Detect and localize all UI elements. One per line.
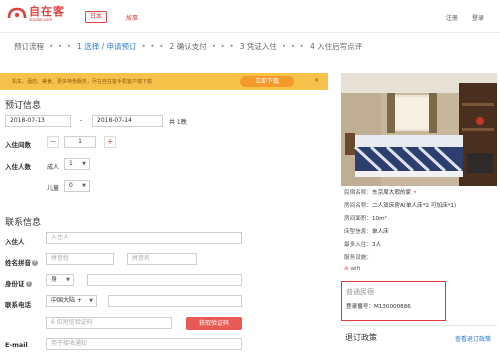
- property-name-row: 民宿名称：东京周大瑕的家 ⚡: [344, 188, 417, 196]
- adults-select[interactable]: 1 ▼: [64, 158, 90, 170]
- logo-icon: [7, 6, 27, 22]
- get-code-button[interactable]: 获取验证码: [186, 317, 242, 330]
- story-link[interactable]: 故事: [126, 13, 138, 22]
- rooms-minus-button[interactable]: −: [47, 136, 59, 148]
- step-separator: • • •: [281, 41, 305, 51]
- checkout-date-field[interactable]: 2018-07-14: [92, 115, 163, 127]
- chevron-down-icon: ▼: [82, 183, 86, 189]
- given-name-input[interactable]: 拼音名: [127, 253, 197, 265]
- children-label: 儿童: [47, 185, 60, 192]
- banner-text: 机车、酒店、美食、更多特色服务，尽在自在客手机客户端下载: [12, 79, 153, 85]
- room-name-row: 房间名称：二人双床房A(单人床*2 可加床*1): [344, 201, 456, 209]
- adults-value: 1: [69, 160, 73, 167]
- close-icon[interactable]: ✕: [314, 77, 319, 84]
- registration-box: 普通民宿 登录番号：M130000886: [341, 281, 446, 321]
- step-separator: • • •: [141, 41, 165, 51]
- country-code-select[interactable]: 中国大陆 + ▼: [46, 295, 97, 307]
- max-guests: 3人: [371, 242, 382, 248]
- rooms-plus-button[interactable]: +: [104, 136, 116, 148]
- info-key: 民宿名称：: [344, 190, 372, 196]
- wifi-icon: ≋: [344, 266, 349, 272]
- phone-input[interactable]: [108, 295, 242, 307]
- children-value: 0: [69, 182, 73, 189]
- property-type: 普通民宿: [346, 288, 374, 296]
- logo[interactable]: 自在客 zizaike.com: [7, 6, 65, 22]
- id-number-input[interactable]: [87, 274, 242, 286]
- nights-count: 共 1晚: [169, 119, 187, 126]
- step-separator: • • •: [49, 41, 73, 51]
- adults-label: 成人: [47, 164, 60, 171]
- guest-name-input[interactable]: 入住人: [46, 232, 242, 244]
- booking-section-title: 预订信息: [5, 101, 42, 111]
- guests-label: 入住人数: [5, 163, 31, 171]
- info-key: 房间名称：: [344, 203, 372, 209]
- date-dash: -: [80, 117, 83, 124]
- lightning-icon: ⚡: [412, 190, 417, 196]
- chevron-down-icon: ▼: [89, 298, 93, 304]
- register-link[interactable]: 注册: [446, 13, 458, 22]
- info-key: 房间面积：: [344, 216, 372, 222]
- phone-label: 联系电话: [5, 301, 31, 309]
- max-guests-row: 最多入住：3人: [344, 240, 381, 248]
- pinyin-label: 姓名拼音?: [5, 257, 38, 267]
- logo-name: 自在客: [29, 5, 65, 18]
- email-label: E-mail: [5, 341, 28, 349]
- policy-divider: [341, 325, 497, 326]
- help-icon[interactable]: ?: [32, 260, 38, 266]
- room-name: 二人双床房A(单人床*2 可加床*1): [371, 203, 457, 209]
- checkin-date-field[interactable]: 2018-07-13: [5, 115, 71, 127]
- info-key: 服务设施：: [344, 255, 372, 261]
- country-code-value: 中国大陆 +: [51, 297, 82, 304]
- step-2: 2 确认支付: [169, 41, 207, 51]
- id-type-value: 身: [51, 276, 58, 283]
- top-bar: 自在客 zizaike.com 日本 故事 注册 登录: [0, 0, 500, 32]
- guest-name-label: 入住人: [5, 238, 25, 246]
- cancellation-policy-title: 退订政策: [345, 333, 377, 342]
- surname-input[interactable]: 拼音姓: [46, 253, 114, 265]
- step-separator: • • •: [211, 41, 235, 51]
- children-select[interactable]: 0 ▼: [64, 180, 90, 192]
- bed-type-row: 床型信息：单人床: [344, 227, 389, 235]
- email-input[interactable]: 用于接收通知: [46, 338, 242, 350]
- room-photo: [341, 73, 497, 186]
- facilities-row: 服务设施：: [344, 253, 372, 261]
- info-key: 床型信息：: [344, 229, 372, 235]
- bed-type: 单人床: [371, 229, 389, 235]
- booking-steps: 预订流程 • • • 1 选择 / 申请预订 • • • 2 确认支付 • • …: [14, 40, 362, 52]
- region-button[interactable]: 日本: [85, 11, 107, 23]
- header-divider: [0, 32, 500, 33]
- download-button[interactable]: 立即下载: [240, 76, 294, 87]
- step-1: 1 选择 / 申请预订: [77, 41, 137, 51]
- room-area-row: 房间面积：10m²: [344, 214, 387, 222]
- wifi-label: wifi: [350, 266, 361, 272]
- app-download-banner: 机车、酒店、美食、更多特色服务，尽在自在客手机客户端下载 立即下载 ✕: [0, 73, 328, 90]
- chevron-down-icon: ▼: [82, 161, 86, 167]
- registration-number: 登录番号：M130000886: [346, 304, 411, 310]
- id-label-text: 身份证: [5, 280, 25, 288]
- contact-section-title: 联系信息: [5, 218, 42, 228]
- room-area: 10m²: [371, 216, 387, 222]
- chevron-down-icon: ▼: [66, 277, 70, 283]
- step-3: 3 凭证入住: [239, 41, 277, 51]
- pinyin-label-text: 姓名拼音: [5, 259, 31, 267]
- view-policy-link[interactable]: 查看退订政策: [455, 334, 491, 343]
- rooms-input[interactable]: 1: [64, 136, 96, 148]
- property-name: 东京周大瑕的家: [371, 190, 412, 196]
- sms-code-input[interactable]: 6 位短信验证码: [46, 317, 172, 329]
- wifi-row: ≋ wifi: [344, 266, 360, 272]
- id-type-select[interactable]: 身 ▼: [46, 274, 74, 286]
- step-title: 预订流程: [14, 41, 44, 51]
- rooms-label: 入住间数: [5, 141, 31, 149]
- login-link[interactable]: 登录: [472, 13, 484, 22]
- id-label: 身份证?: [5, 278, 32, 288]
- info-key: 最多入住：: [344, 242, 372, 248]
- step-4: 4 入住后写点评: [309, 41, 363, 51]
- help-icon[interactable]: ?: [25, 281, 32, 287]
